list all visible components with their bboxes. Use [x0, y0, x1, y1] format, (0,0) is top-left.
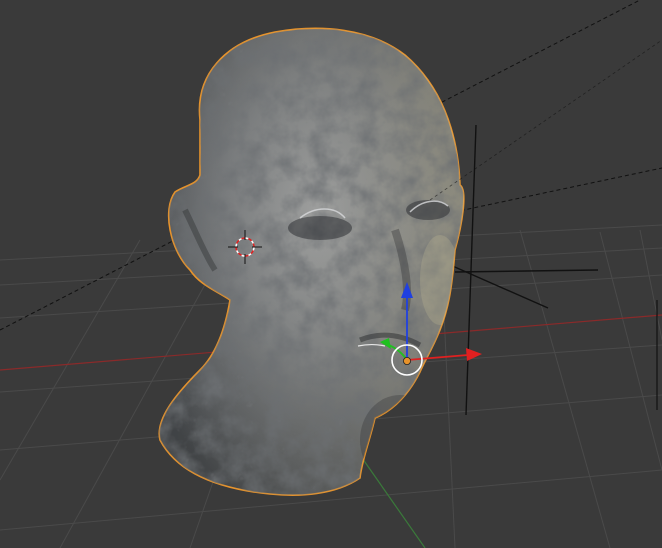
light-dashed-line-3	[429, 39, 662, 201]
object-origin-dot[interactable]	[402, 356, 411, 365]
gizmo-x-arrow[interactable]	[466, 348, 482, 361]
head-mesh[interactable]	[150, 20, 480, 510]
empty-axes-icon[interactable]	[447, 124, 599, 416]
y-axis-line	[359, 454, 426, 548]
viewport-canvas[interactable]	[0, 0, 662, 548]
3d-viewport[interactable]	[0, 0, 662, 548]
